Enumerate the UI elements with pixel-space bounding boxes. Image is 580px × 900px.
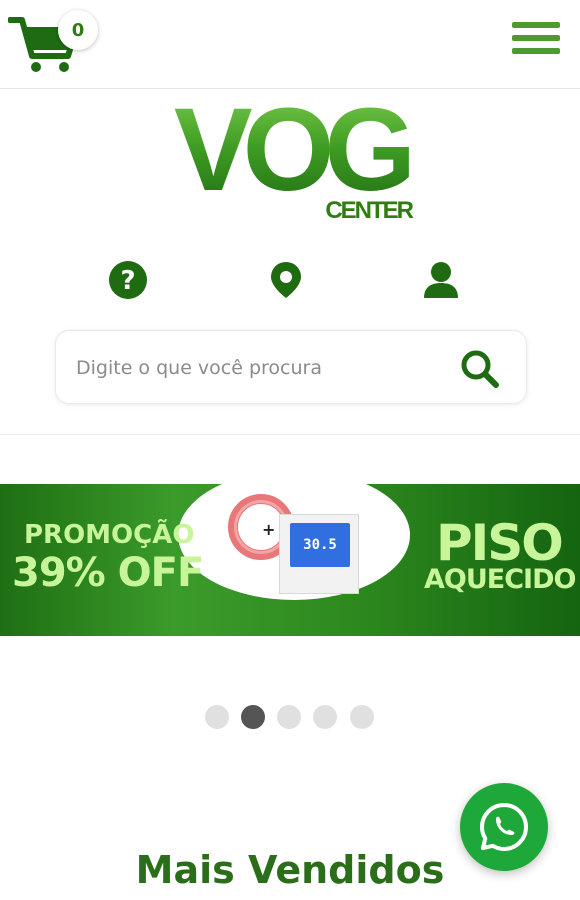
carousel-dot-4[interactable] bbox=[313, 705, 337, 729]
carousel-dot-1[interactable] bbox=[205, 705, 229, 729]
thermostat-image: 30.5 bbox=[279, 514, 359, 594]
header-divider bbox=[0, 434, 580, 435]
cart-button[interactable]: 0 bbox=[7, 10, 98, 74]
best-sellers-title: Mais Vendidos bbox=[135, 848, 445, 892]
thermostat-screen: 30.5 bbox=[290, 523, 350, 567]
plus-sign: + bbox=[262, 520, 276, 539]
help-button[interactable]: ? bbox=[108, 260, 148, 300]
menu-bar bbox=[512, 35, 560, 41]
search-bar bbox=[55, 330, 527, 404]
svg-text:?: ? bbox=[120, 266, 135, 296]
menu-bar bbox=[512, 48, 560, 54]
top-header: 0 bbox=[0, 0, 580, 89]
carousel-dot-5[interactable] bbox=[350, 705, 374, 729]
user-icon bbox=[424, 262, 458, 298]
hamburger-menu-button[interactable] bbox=[512, 22, 560, 62]
promo-label: PROMOÇÃO bbox=[24, 520, 195, 550]
question-circle-icon: ? bbox=[109, 261, 147, 299]
vog-center-logo[interactable]: VOG CENTER bbox=[160, 84, 420, 232]
search-button[interactable] bbox=[458, 347, 500, 389]
logo-sub-text: CENTER bbox=[325, 197, 413, 224]
banner-product-line2: AQUECIDO bbox=[424, 564, 576, 595]
promo-discount: 39% OFF bbox=[12, 550, 204, 596]
logo-graphic: VOG CENTER bbox=[174, 84, 419, 224]
carousel-dot-2[interactable] bbox=[241, 705, 265, 729]
account-button[interactable] bbox=[421, 260, 461, 300]
store-location-button[interactable] bbox=[266, 260, 306, 300]
map-pin-icon bbox=[271, 262, 301, 298]
carousel-dot-3[interactable] bbox=[277, 705, 301, 729]
search-input[interactable] bbox=[74, 349, 438, 387]
search-icon bbox=[461, 350, 499, 388]
menu-bar bbox=[512, 22, 560, 28]
cart-count-badge: 0 bbox=[58, 10, 98, 50]
promo-banner[interactable]: + 30.5 PROMOÇÃO 39% OFF PISO AQUECIDO bbox=[0, 484, 580, 636]
